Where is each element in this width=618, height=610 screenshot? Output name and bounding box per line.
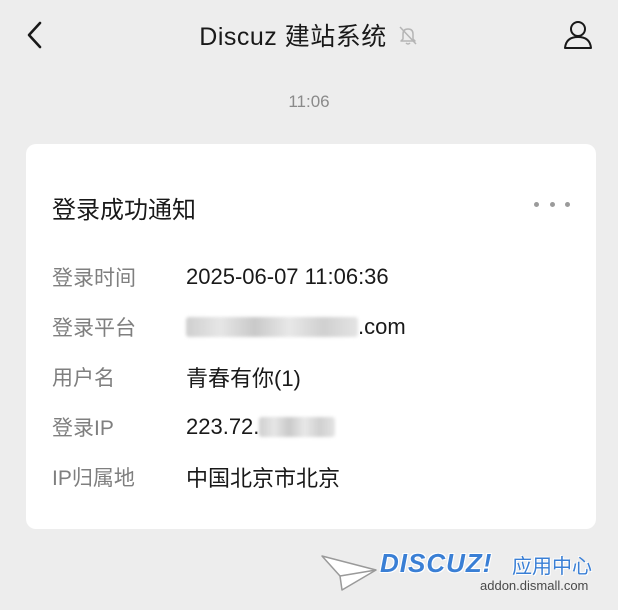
top-nav-bar: Discuz 建站系统: [0, 0, 618, 70]
login-notification-card[interactable]: 登录成功通知 登录时间 2025-06-07 11:06:36 登录平台 .co…: [26, 144, 596, 529]
watermark-logo: DISCUZ!: [380, 548, 493, 578]
more-dots-icon: [534, 201, 539, 207]
card-title: 登录成功通知: [52, 197, 196, 224]
row-value: 青春有你(1): [186, 366, 301, 391]
row-value: 中国北京市北京: [186, 466, 341, 491]
row-value-suffix: .com: [358, 314, 406, 339]
row-username: 用户名 青春有你(1): [52, 362, 301, 392]
row-label: 登录IP: [52, 417, 114, 440]
message-timestamp: 11:06: [288, 92, 330, 111]
paper-plane-icon: [321, 555, 377, 591]
row-value: 2025-06-07 11:06:36: [186, 264, 389, 289]
row-label: 登录时间: [52, 267, 136, 290]
chat-title-group: Discuz 建站系统: [0, 18, 618, 52]
profile-button[interactable]: [560, 16, 596, 52]
watermark-suffix: 应用中心: [512, 556, 592, 578]
row-label: 登录平台: [52, 317, 136, 340]
row-ip-location: IP归属地 中国北京市北京: [52, 462, 340, 492]
redacted-text: [259, 417, 336, 437]
user-icon: [564, 21, 592, 49]
row-login-platform: 登录平台 .com: [52, 312, 406, 342]
row-value: 223.72.: [186, 414, 336, 440]
chat-title: Discuz 建站系统: [199, 23, 387, 51]
row-value-prefix: 223.72.: [186, 414, 260, 439]
row-login-ip: 登录IP 223.72.: [52, 412, 336, 442]
row-value: .com: [186, 314, 406, 340]
watermark-url: addon.dismall.com: [480, 578, 589, 593]
row-label: IP归属地: [52, 467, 135, 490]
bell-off-icon: [399, 26, 417, 45]
row-login-time: 登录时间 2025-06-07 11:06:36: [52, 262, 389, 292]
row-label: 用户名: [52, 367, 115, 390]
watermark: DISCUZ! 应用中心 addon.dismall.com: [320, 548, 610, 604]
more-options-button[interactable]: [534, 194, 570, 214]
redacted-text: [186, 317, 358, 337]
